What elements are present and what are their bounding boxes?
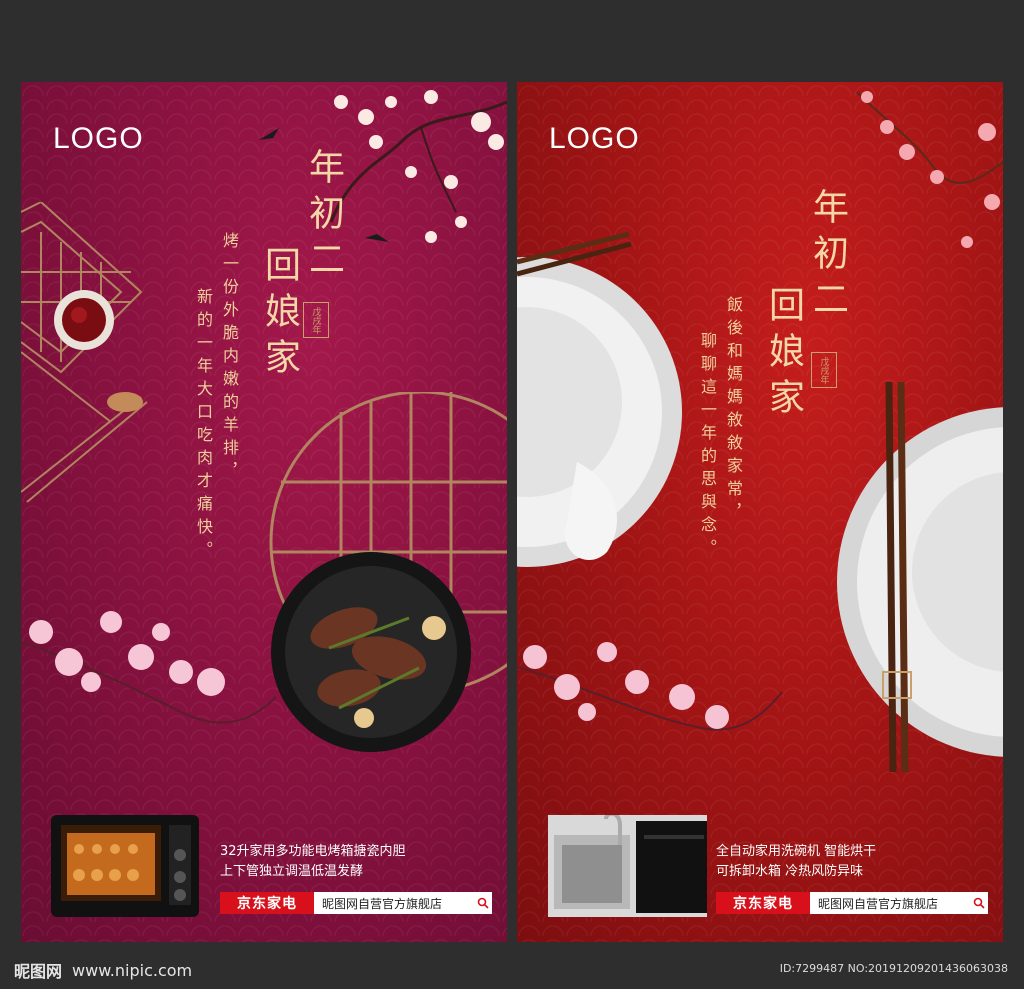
site-url[interactable]: www.nipic.com	[72, 961, 192, 980]
plate-with-chopsticks	[837, 382, 1003, 773]
logo-text: LOGO	[53, 122, 144, 155]
plum-blossom-bottom-decoration	[21, 611, 277, 724]
description-column-2: 新的一年大口吃肉才痛快。	[194, 288, 213, 564]
bird-icon	[259, 128, 279, 140]
footer-id: ID:7299487 NO:20191209201436063038	[779, 962, 1008, 975]
search-icon[interactable]	[474, 892, 492, 914]
product-description-line-2: 上下管独立调温低温发酵	[220, 864, 364, 879]
chopstick-rest-icon	[107, 392, 143, 412]
shop-name-label: 昵图网自营官方旗舰店	[322, 896, 443, 911]
shop-brand-label: 京东家电	[220, 892, 314, 914]
poster-left: LOGO 年初二 回娘家 戊戌年 烤一份外脆内嫩的羊排， 新的一年大口吃肉才痛快…	[21, 82, 507, 942]
product-description-line-1: 全自动家用洗碗机 智能烘干	[716, 844, 877, 859]
tea-cup-icon	[54, 290, 114, 350]
description-column-1: 烤一份外脆内嫩的羊排，	[220, 232, 239, 485]
site-name: 昵图网	[14, 962, 63, 981]
description-column-1: 飯後和媽媽敘敘家常，	[724, 296, 743, 526]
footer-site: 昵图网 www.nipic.com	[14, 958, 192, 982]
plum-blossom-top-decoration	[856, 91, 1003, 248]
seal-stamp: 戊戌年	[811, 352, 837, 388]
bird-icon	[365, 234, 389, 242]
shop-bar[interactable]: 京东家电 昵图网自营官方旗舰店	[716, 892, 988, 914]
shop-bar[interactable]: 京东家电 昵图网自营官方旗舰店	[220, 892, 492, 914]
oven-icon	[51, 815, 199, 917]
search-icon[interactable]	[970, 892, 988, 914]
grill-pan-with-lamb-chops	[271, 552, 471, 752]
logo-text: LOGO	[549, 122, 640, 155]
lattice-decoration	[21, 202, 148, 503]
seal-stamp: 戊戌年	[303, 302, 329, 338]
product-description-line-2: 可拆卸水箱 冷热风防异味	[716, 864, 864, 879]
plate-with-spoon-and-chopsticks	[517, 231, 682, 567]
shop-name-label: 昵图网自营官方旗舰店	[818, 896, 939, 911]
shop-brand-label: 京东家电	[716, 892, 810, 914]
dishwasher-icon	[548, 815, 707, 917]
product-description-line-1: 32升家用多功能电烤箱搪瓷内胆	[220, 844, 406, 859]
description-column-2: 聊聊這一年的思與念。	[698, 332, 717, 562]
plum-blossom-bottom-decoration	[517, 642, 783, 731]
title-column-2: 回娘家	[763, 286, 804, 424]
poster-right: LOGO 年初二 回娘家 戊戌年 飯後和媽媽敘敘家常， 聊聊這一年的思與念。 全…	[517, 82, 1003, 942]
title-column-2: 回娘家	[259, 246, 300, 384]
